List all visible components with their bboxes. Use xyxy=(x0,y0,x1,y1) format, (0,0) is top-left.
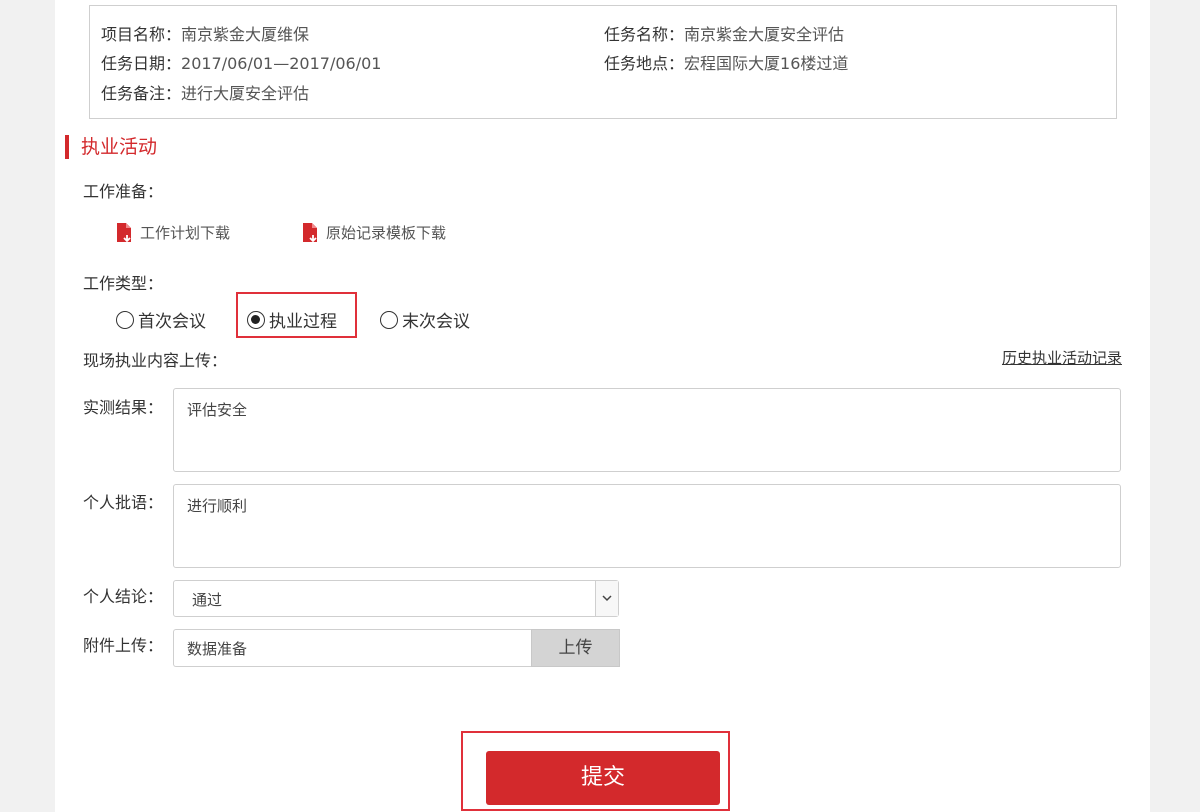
personal-comment-textarea[interactable]: 进行顺利 xyxy=(173,484,1121,568)
task-note-value: 进行大厦安全评估 xyxy=(181,84,310,103)
task-date-key: 任务日期： xyxy=(101,54,182,73)
file-download-icon xyxy=(302,222,318,243)
radio-last-meeting-label: 末次会议 xyxy=(402,312,470,332)
task-info-box: 项目名称：南京紫金大厦维保 任务名称：南京紫金大厦安全评估 任务日期：2017/… xyxy=(89,5,1117,119)
measure-label: 实测结果： xyxy=(83,398,164,417)
history-records-link[interactable]: 历史执业活动记录 xyxy=(1002,347,1122,368)
radio-practice-process[interactable]: 执业过程 xyxy=(247,307,337,332)
task-date-field: 任务日期：2017/06/01—2017/06/01 xyxy=(101,50,381,74)
task-note-field: 任务备注：进行大厦安全评估 xyxy=(101,80,309,104)
radio-circle xyxy=(380,310,398,329)
main-panel: 项目名称：南京紫金大厦维保 任务名称：南京紫金大厦安全评估 任务日期：2017/… xyxy=(55,0,1150,812)
attachment-input[interactable]: 数据准备 xyxy=(173,629,531,667)
radio-practice-process-label: 执业过程 xyxy=(269,312,337,332)
file-download-icon xyxy=(116,222,132,243)
task-location-field: 任务地点：宏程国际大厦16楼过道 xyxy=(604,50,848,74)
upload-button[interactable]: 上传 xyxy=(531,629,620,667)
project-name-key: 项目名称： xyxy=(101,25,182,44)
radio-first-meeting-label: 首次会议 xyxy=(138,312,206,332)
upload-section-label: 现场执业内容上传： xyxy=(83,351,228,370)
work-type-label: 工作类型： xyxy=(83,274,164,293)
radio-circle xyxy=(116,310,134,329)
project-name-field: 项目名称：南京紫金大厦维保 xyxy=(101,21,309,45)
radio-first-meeting[interactable]: 首次会议 xyxy=(116,307,206,332)
conclusion-select[interactable]: 通过 xyxy=(173,580,619,617)
task-name-key: 任务名称： xyxy=(604,25,685,44)
work-plan-download-label: 工作计划下载 xyxy=(140,224,231,242)
task-name-value: 南京紫金大厦安全评估 xyxy=(684,25,845,44)
attachment-label: 附件上传： xyxy=(83,636,164,655)
radio-last-meeting[interactable]: 末次会议 xyxy=(380,307,470,332)
radio-circle-checked xyxy=(247,310,265,329)
conclusion-select-value: 通过 xyxy=(192,591,223,609)
task-note-key: 任务备注： xyxy=(101,84,182,103)
comment-label: 个人批语： xyxy=(83,493,164,512)
project-name-value: 南京紫金大厦维保 xyxy=(181,25,310,44)
submit-button[interactable]: 提交 xyxy=(486,751,720,805)
task-date-value: 2017/06/01—2017/06/01 xyxy=(181,54,382,73)
measure-result-textarea[interactable]: 评估安全 xyxy=(173,388,1121,472)
section-title: 执业活动 xyxy=(65,135,157,159)
template-download-link[interactable]: 原始记录模板下载 xyxy=(302,222,446,243)
prep-label: 工作准备： xyxy=(83,182,164,201)
task-name-field: 任务名称：南京紫金大厦安全评估 xyxy=(604,21,844,45)
template-download-label: 原始记录模板下载 xyxy=(326,224,447,242)
task-location-key: 任务地点： xyxy=(604,54,685,73)
task-location-value: 宏程国际大厦16楼过道 xyxy=(684,54,849,73)
chevron-down-icon[interactable] xyxy=(595,581,618,616)
conclusion-label: 个人结论： xyxy=(83,587,164,606)
work-plan-download-link[interactable]: 工作计划下载 xyxy=(116,222,230,243)
